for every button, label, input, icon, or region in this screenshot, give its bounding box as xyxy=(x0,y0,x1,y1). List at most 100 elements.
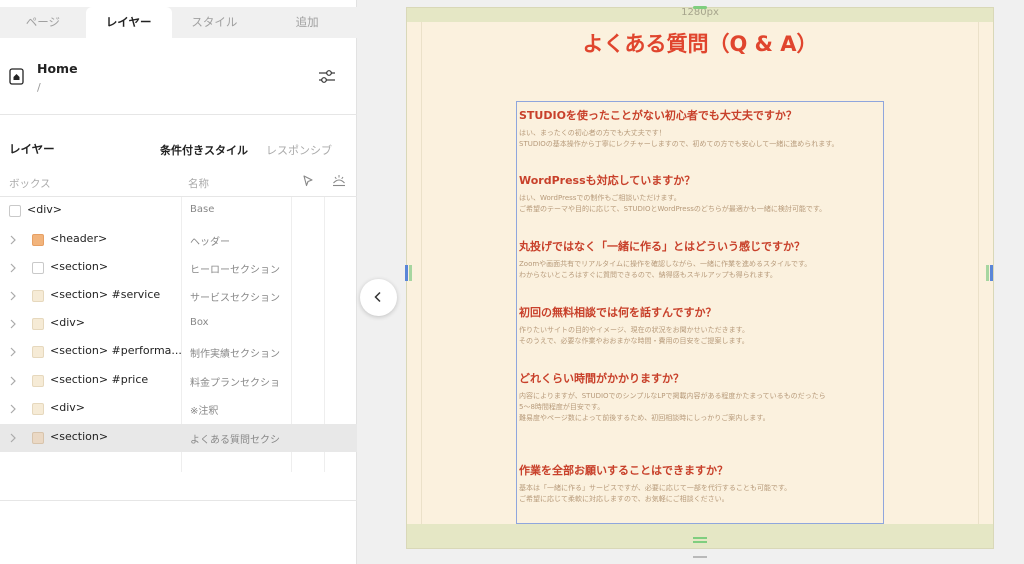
layer-row[interactable]: <section> #price 料金プランセクショ xyxy=(0,367,357,395)
layer-color-square xyxy=(32,432,44,444)
faq-answer: はい、WordPressでの制作もご相談いただけます。 ご希望のテーマや目的に応… xyxy=(519,193,881,215)
layer-name: ※注釈 xyxy=(190,406,219,417)
layer-name: Base xyxy=(190,204,215,215)
resize-handle-left[interactable] xyxy=(404,265,414,281)
faq-answer-line: 内容によりますが、STUDIOでのシンプルなLPで掲載内容がある程度かたまってい… xyxy=(519,392,826,400)
faq-answer-line: わからないところはすぐに質問できるので、納得感もスキルアップも得られます。 xyxy=(519,271,777,279)
chevron-right-icon[interactable] xyxy=(9,234,17,246)
chevron-right-icon[interactable] xyxy=(9,403,17,415)
layer-tag: <div> xyxy=(50,401,85,414)
layer-color-square xyxy=(32,234,44,246)
layer-color-square xyxy=(32,318,44,330)
visibility-toggle-icon[interactable] xyxy=(332,174,346,188)
canvas-scroll-handle[interactable] xyxy=(693,556,707,558)
layer-checkbox[interactable] xyxy=(9,205,21,217)
layer-tag: <section> #service xyxy=(50,288,161,301)
tab-layer[interactable]: レイヤー xyxy=(85,7,172,38)
panel-tabs: ページ レイヤー スタイル 追加 xyxy=(0,7,357,38)
chevron-right-icon[interactable] xyxy=(9,346,17,358)
faq-question: どれくらい時間がかかりますか？ xyxy=(519,372,684,385)
layer-tag: <section> xyxy=(50,430,109,443)
faq-answer-line: そのうえで、必要な作業やおおまかな時間・費用の目安をご提案します。 xyxy=(519,337,749,345)
collapse-panel-button[interactable] xyxy=(360,279,397,316)
column-name-label: 名称 xyxy=(188,178,209,190)
faq-question: 作業を全部お願いすることはできますか？ xyxy=(519,464,728,477)
tab-add[interactable]: 追加 xyxy=(257,7,357,38)
layer-row[interactable]: <section> ヒーローセクション xyxy=(0,254,357,282)
layer-name: よくある質問セクシ xyxy=(190,435,280,446)
layer-tag: <div> xyxy=(50,316,85,329)
faq-answer-line: ご希望に応じて柔軟に対応しますので、お気軽にご相談ください。 xyxy=(519,495,729,503)
faq-answer-line: 作りたいサイトの目的やイメージ、現在の状況をお聞かせいただきます。 xyxy=(519,326,749,334)
design-canvas[interactable]: 1280px よくある質問（Q & A） STUDIOを使ったことがない初心者で… xyxy=(404,6,995,549)
faq-answer: 作りたいサイトの目的やイメージ、現在の状況をお聞かせいただきます。 そのうえで、… xyxy=(519,325,881,347)
layer-name: ヒーローセクション xyxy=(190,265,280,276)
faq-question: 丸投げではなく「一緒に作る」とはどういう感じですか？ xyxy=(519,240,805,253)
faq-item[interactable]: 初回の無料相談では何を話すんですか？ 作りたいサイトの目的やイメージ、現在の状況… xyxy=(519,304,881,347)
layer-section-title: レイヤー xyxy=(9,142,55,156)
home-page-icon xyxy=(9,68,24,85)
canvas-bottom-bar xyxy=(407,524,993,548)
layer-color-square xyxy=(32,346,44,358)
left-panel: ページ レイヤー スタイル 追加 Home / レイヤー 条件付きスタイル レス… xyxy=(0,0,357,564)
responsive-tab[interactable]: レスポンシブ xyxy=(266,142,332,158)
layer-row[interactable]: <section> #performa... 制作実績セクション xyxy=(0,338,357,366)
layout-guide xyxy=(421,22,422,524)
faq-item[interactable]: 作業を全部お願いすることはできますか？ 基本は「一緒に作る」サービスですが、必要… xyxy=(519,462,881,505)
layer-color-square xyxy=(32,375,44,387)
faq-answer-line: はい、まったくの初心者の方でも大丈夫です！ xyxy=(519,129,666,137)
layer-row[interactable]: <section> #service サービスセクション xyxy=(0,282,357,310)
faq-answer-line: Zoomや画面共有でリアルタイムに操作を確認しながら、一緒に作業を進めるスタイル… xyxy=(519,260,812,268)
faq-answer-line: はい、WordPressでの制作もご相談いただけます。 xyxy=(519,194,681,202)
chevron-right-icon[interactable] xyxy=(9,262,17,274)
tab-style[interactable]: スタイル xyxy=(172,7,258,38)
column-box-label: ボックス xyxy=(9,178,51,190)
layer-row-selected[interactable]: <section> よくある質問セクシ xyxy=(0,424,357,452)
layout-guide xyxy=(978,22,979,524)
layer-tag: <div> xyxy=(27,203,62,216)
chevron-right-icon[interactable] xyxy=(9,318,17,330)
faq-question: STUDIOを使ったことがない初心者でも大丈夫ですか？ xyxy=(519,109,797,122)
layer-name: ヘッダー xyxy=(190,237,230,248)
cursor-pointer-icon[interactable] xyxy=(301,174,315,188)
layer-column-header: ボックス 名称 xyxy=(0,171,357,197)
layer-row[interactable]: <div> ※注釈 xyxy=(0,395,357,423)
faq-answer-line: 難易度やページ数によって前後するため、初回相談時にしっかりご案内します。 xyxy=(519,414,770,422)
faq-answer: 内容によりますが、STUDIOでのシンプルなLPで掲載内容がある程度かたまってい… xyxy=(519,391,881,424)
layer-tag: <section> xyxy=(50,260,109,273)
layer-row[interactable]: <div> Box xyxy=(0,310,357,338)
layer-tag: <header> xyxy=(50,232,108,245)
conditional-style-tab[interactable]: 条件付きスタイル xyxy=(160,142,248,158)
page-name: Home xyxy=(37,61,78,76)
faq-container-selected[interactable]: STUDIOを使ったことがない初心者でも大丈夫ですか？ はい、まったくの初心者の… xyxy=(516,101,884,524)
layer-row[interactable]: <div> Base xyxy=(0,197,357,225)
resize-handle-bottom[interactable] xyxy=(693,541,707,543)
layer-list: <div> Base <header> ヘッダー <section> ヒーローセ… xyxy=(0,197,357,501)
layer-name: サービスセクション xyxy=(190,293,280,304)
layer-row[interactable]: <header> ヘッダー xyxy=(0,226,357,254)
page-header: Home / xyxy=(0,38,357,115)
resize-handle-top[interactable] xyxy=(693,6,707,9)
faq-question: 初回の無料相談では何を話すんですか？ xyxy=(519,306,717,319)
faq-item[interactable]: どれくらい時間がかかりますか？ 内容によりますが、STUDIOでのシンプルなLP… xyxy=(519,370,881,424)
resize-handle-bottom[interactable] xyxy=(693,537,707,539)
resize-handle-right[interactable] xyxy=(985,265,995,281)
faq-title[interactable]: よくある質問（Q & A） xyxy=(407,28,993,58)
faq-answer-line: ご希望のテーマや目的に応じて、STUDIOとWordPressのどちらが最適かも… xyxy=(519,205,827,213)
faq-answer-line: 基本は「一緒に作る」サービスですが、必要に応じて一部を代行することも可能です。 xyxy=(519,484,792,492)
tab-page[interactable]: ページ xyxy=(0,7,86,38)
chevron-right-icon[interactable] xyxy=(9,290,17,302)
faq-answer: はい、まったくの初心者の方でも大丈夫です！ STUDIOの基本操作から丁寧にレク… xyxy=(519,128,881,150)
faq-answer-line: STUDIOの基本操作から丁寧にレクチャーしますので、初めての方でも安心して一緒… xyxy=(519,140,839,148)
chevron-right-icon[interactable] xyxy=(9,432,17,444)
faq-item[interactable]: STUDIOを使ったことがない初心者でも大丈夫ですか？ はい、まったくの初心者の… xyxy=(519,107,881,150)
layer-tag: <section> #price xyxy=(50,373,149,386)
faq-item[interactable]: 丸投げではなく「一緒に作る」とはどういう感じですか？ Zoomや画面共有でリアル… xyxy=(519,238,881,281)
layer-tag: <section> #performa... xyxy=(50,344,182,357)
settings-sliders-icon[interactable] xyxy=(317,67,337,87)
layer-color-square xyxy=(32,290,44,302)
layer-color-square xyxy=(32,262,44,274)
layer-name: 料金プランセクショ xyxy=(190,378,280,389)
chevron-right-icon[interactable] xyxy=(9,375,17,387)
faq-item[interactable]: WordPressも対応していますか？ はい、WordPressでの制作もご相談… xyxy=(519,172,881,215)
